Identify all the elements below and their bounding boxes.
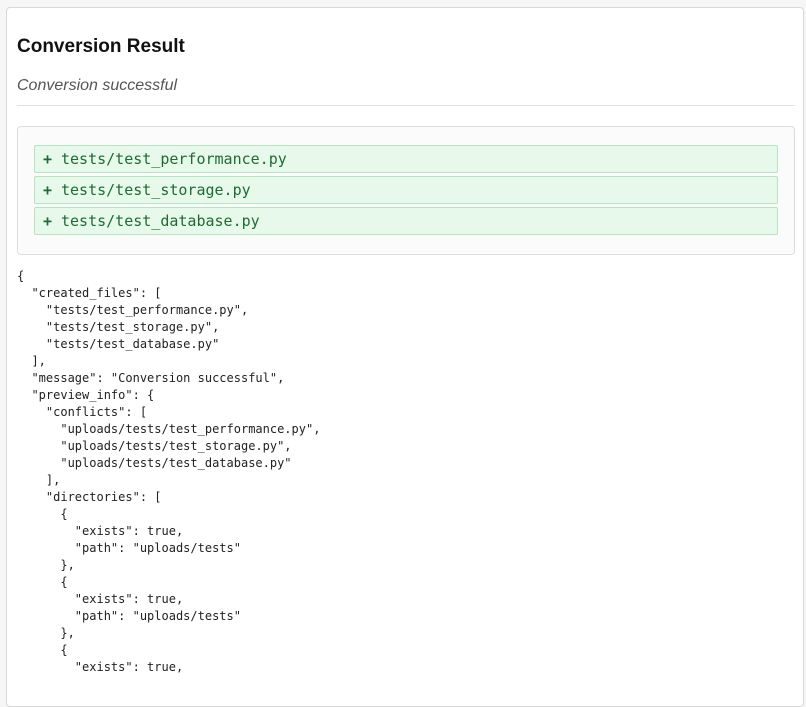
json-line: "exists": true, bbox=[17, 524, 184, 538]
json-line: "tests/test_storage.py", bbox=[17, 320, 220, 334]
json-line: "uploads/tests/test_performance.py", bbox=[17, 422, 321, 436]
json-output: { "created_files": [ "tests/test_perform… bbox=[17, 268, 320, 676]
json-line: "uploads/tests/test_storage.py", bbox=[17, 439, 292, 453]
json-line: "preview_info": { bbox=[17, 388, 155, 402]
json-line: "conflicts": [ bbox=[17, 405, 148, 419]
json-line: { bbox=[17, 507, 68, 521]
json-line: }, bbox=[17, 558, 75, 572]
json-line: "directories": [ bbox=[17, 490, 162, 504]
created-file-item[interactable]: + tests/test_database.py bbox=[34, 207, 778, 235]
json-line: { bbox=[17, 269, 25, 283]
created-file-path: tests/test_performance.py bbox=[61, 150, 287, 168]
json-line: "tests/test_performance.py", bbox=[17, 303, 249, 317]
json-line: ], bbox=[17, 473, 61, 487]
plus-icon: + bbox=[43, 181, 53, 199]
json-line: ], bbox=[17, 354, 46, 368]
created-file-path: tests/test_storage.py bbox=[61, 181, 251, 199]
json-line: }, bbox=[17, 626, 75, 640]
json-line: "exists": true, bbox=[17, 660, 184, 674]
created-file-item[interactable]: + tests/test_storage.py bbox=[34, 176, 778, 204]
json-line: "path": "uploads/tests" bbox=[17, 609, 241, 623]
json-line: "tests/test_database.py" bbox=[17, 337, 220, 351]
conversion-result-panel: Conversion Result Conversion successful … bbox=[6, 7, 804, 707]
plus-icon: + bbox=[43, 150, 53, 168]
json-line: "path": "uploads/tests" bbox=[17, 541, 241, 555]
plus-icon: + bbox=[43, 212, 53, 230]
created-files-list: + tests/test_performance.py + tests/test… bbox=[17, 126, 795, 255]
divider bbox=[17, 105, 795, 106]
json-line: "message": "Conversion successful", bbox=[17, 371, 285, 385]
json-line: "created_files": [ bbox=[17, 286, 162, 300]
json-line: "uploads/tests/test_database.py" bbox=[17, 456, 292, 470]
json-line: { bbox=[17, 575, 68, 589]
result-title: Conversion Result bbox=[17, 36, 185, 57]
created-file-path: tests/test_database.py bbox=[61, 212, 260, 230]
json-line: "exists": true, bbox=[17, 592, 184, 606]
created-file-item[interactable]: + tests/test_performance.py bbox=[34, 145, 778, 173]
json-line: { bbox=[17, 643, 68, 657]
result-message: Conversion successful bbox=[17, 77, 178, 94]
